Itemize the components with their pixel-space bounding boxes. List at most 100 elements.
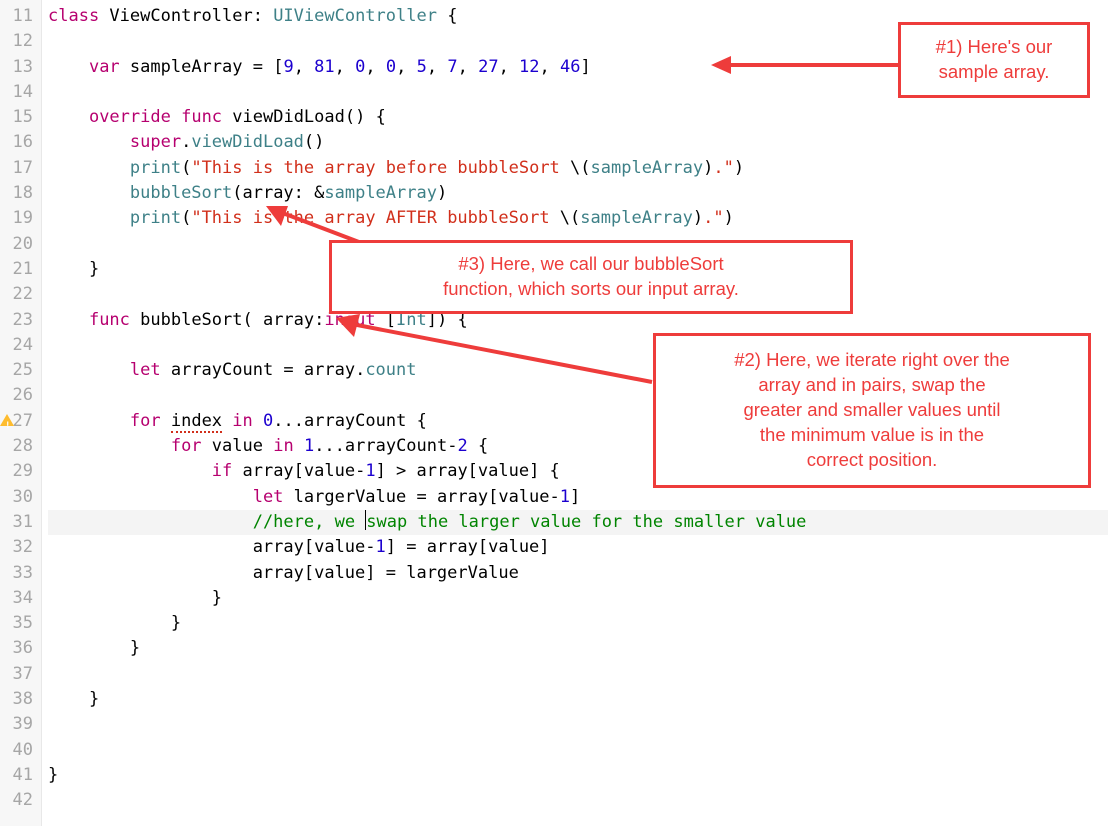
code-token: 9 xyxy=(283,57,293,77)
annotation-1: #1) Here's oursample array. xyxy=(898,22,1090,98)
line-number: 34 xyxy=(4,586,33,611)
line-number: 17 xyxy=(4,156,33,181)
code-token: ] = array[value] xyxy=(386,537,550,557)
code-token: ...arrayCount- xyxy=(314,436,457,456)
code-token xyxy=(48,183,130,203)
code-token: ] xyxy=(581,57,591,77)
code-line[interactable] xyxy=(48,788,1108,813)
line-number: 26 xyxy=(4,383,33,408)
code-token: ." xyxy=(703,208,723,228)
line-number: 36 xyxy=(4,636,33,661)
code-token: ) xyxy=(693,208,703,228)
line-number: 28 xyxy=(4,434,33,459)
code-token: } xyxy=(48,613,181,633)
code-token xyxy=(48,208,130,228)
code-token: ( xyxy=(181,208,191,228)
line-number: 12 xyxy=(4,29,33,54)
line-number-gutter: 1112131415161718192021222324252627282930… xyxy=(0,0,42,826)
code-token: , xyxy=(427,57,447,77)
line-number: 32 xyxy=(4,535,33,560)
code-token: class xyxy=(48,6,99,26)
code-token: func xyxy=(89,310,130,330)
line-number: 41 xyxy=(4,763,33,788)
arrow-2 xyxy=(332,310,662,400)
code-token xyxy=(222,411,232,431)
code-token: print xyxy=(130,208,181,228)
arrow-1 xyxy=(711,53,901,83)
code-line[interactable]: } xyxy=(48,687,1108,712)
line-number: 29 xyxy=(4,459,33,484)
line-number: 20 xyxy=(4,232,33,257)
code-token: , xyxy=(499,57,519,77)
code-token xyxy=(48,158,130,178)
line-number: 25 xyxy=(4,358,33,383)
code-token: 0 xyxy=(386,57,396,77)
code-token: let xyxy=(130,360,161,380)
code-line[interactable]: } xyxy=(48,586,1108,611)
code-token: ViewController: xyxy=(99,6,273,26)
code-token xyxy=(48,360,130,380)
code-token xyxy=(48,461,212,481)
code-token: ) xyxy=(703,158,713,178)
line-number: 11 xyxy=(4,4,33,29)
code-token: { xyxy=(437,6,457,26)
code-token: for xyxy=(130,411,161,431)
code-token xyxy=(48,132,130,152)
code-line[interactable]: print("This is the array AFTER bubbleSor… xyxy=(48,206,1108,231)
code-token: ) xyxy=(437,183,447,203)
code-line[interactable]: //here, we swap the larger value for the… xyxy=(48,510,1108,535)
code-line[interactable]: bubbleSort(array: &sampleArray) xyxy=(48,181,1108,206)
code-token: super xyxy=(130,132,181,152)
code-line[interactable]: override func viewDidLoad() { xyxy=(48,105,1108,130)
code-token: var xyxy=(89,57,120,77)
code-line[interactable]: } xyxy=(48,611,1108,636)
code-token: , xyxy=(335,57,355,77)
code-line[interactable] xyxy=(48,662,1108,687)
code-token: ] > array[value] { xyxy=(376,461,560,481)
line-number: 22 xyxy=(4,282,33,307)
code-token xyxy=(253,411,263,431)
line-number: 39 xyxy=(4,712,33,737)
code-token: 1 xyxy=(304,436,314,456)
code-token: 7 xyxy=(447,57,457,77)
code-line[interactable] xyxy=(48,738,1108,763)
code-token: . xyxy=(181,132,191,152)
code-token: 5 xyxy=(417,57,427,77)
code-token: ) xyxy=(724,208,734,228)
code-token: sampleArray = [ xyxy=(120,57,284,77)
line-number: 15 xyxy=(4,105,33,130)
code-line[interactable]: array[value-1] = array[value] xyxy=(48,535,1108,560)
line-number: 24 xyxy=(4,333,33,358)
code-token: if xyxy=(212,461,232,481)
code-line[interactable]: print("This is the array before bubbleSo… xyxy=(48,156,1108,181)
code-token: swap the larger value for the smaller va… xyxy=(366,512,806,532)
code-token: 0 xyxy=(263,411,273,431)
code-line[interactable]: } xyxy=(48,636,1108,661)
annotation-3: #3) Here, we call our bubbleSortfunction… xyxy=(329,240,853,314)
code-token: sampleArray xyxy=(580,208,693,228)
code-line[interactable]: let largerValue = array[value-1] xyxy=(48,485,1108,510)
line-number: 31 xyxy=(4,510,33,535)
code-token: override xyxy=(89,107,171,127)
line-number: 16 xyxy=(4,130,33,155)
code-token: in xyxy=(273,436,293,456)
line-number: 40 xyxy=(4,738,33,763)
code-token: in xyxy=(232,411,252,431)
code-token: 46 xyxy=(560,57,580,77)
code-token: 81 xyxy=(314,57,334,77)
code-token: ) xyxy=(734,158,744,178)
code-token: bubbleSort xyxy=(130,183,232,203)
code-line[interactable] xyxy=(48,712,1108,737)
code-line[interactable]: super.viewDidLoad() xyxy=(48,130,1108,155)
code-token: array[value- xyxy=(232,461,365,481)
line-number: 33 xyxy=(4,561,33,586)
code-token: } xyxy=(48,259,99,279)
line-number: 18 xyxy=(4,181,33,206)
code-line[interactable]: } xyxy=(48,763,1108,788)
code-line[interactable]: array[value] = largerValue xyxy=(48,561,1108,586)
code-token: 2 xyxy=(457,436,467,456)
line-number: 30 xyxy=(4,485,33,510)
code-token: array[value] = largerValue xyxy=(48,563,519,583)
code-token: , xyxy=(294,57,314,77)
code-token: viewDidLoad xyxy=(191,132,304,152)
